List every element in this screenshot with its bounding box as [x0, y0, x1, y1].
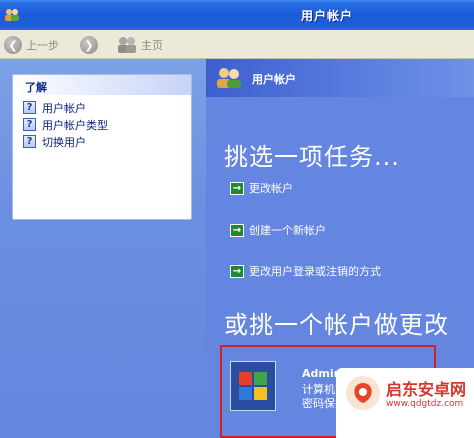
title-bar: 用户帐户: [0, 0, 474, 30]
task-label: 更改帐户: [249, 182, 293, 195]
back-arrow-icon: ❮: [4, 36, 22, 54]
task-change-logon[interactable]: → 更改用户登录或注销的方式: [230, 263, 381, 279]
task-label: 创建一个新帐户: [249, 224, 326, 237]
home-users-icon: [118, 37, 136, 53]
home-label: 主页: [141, 39, 163, 52]
learn-panel-title: 了解: [13, 75, 191, 95]
learn-item-user-accounts[interactable]: ? 用户帐户: [23, 99, 191, 116]
task-label: 更改用户登录或注销的方式: [249, 265, 381, 278]
green-arrow-icon: →: [230, 223, 244, 237]
help-icon: ?: [23, 135, 36, 148]
learn-list: ? 用户帐户 ? 用户帐户类型 ? 切换用户: [13, 95, 191, 150]
back-button[interactable]: ❮ 上一步: [4, 34, 59, 56]
windows-logo-icon: [239, 372, 267, 400]
learn-item-account-types[interactable]: ? 用户帐户类型: [23, 116, 191, 133]
forward-arrow-icon: ❯: [80, 36, 98, 54]
green-arrow-icon: →: [230, 181, 244, 195]
toolbar: ❮ 上一步 ❯ 主页: [0, 30, 474, 59]
watermark-logo-icon: [346, 376, 380, 410]
help-icon: ?: [23, 101, 36, 114]
back-label: 上一步: [26, 39, 59, 52]
main-header: 用户帐户: [206, 59, 474, 97]
task-sidebar: 了解 ? 用户帐户 ? 用户帐户类型 ? 切换用户: [0, 59, 206, 438]
task-create-account[interactable]: → 创建一个新帐户: [230, 222, 326, 238]
pick-task-heading: 挑选一项任务...: [224, 143, 400, 171]
learn-panel: 了解 ? 用户帐户 ? 用户帐户类型 ? 切换用户: [12, 74, 192, 220]
site-watermark: 启东安卓网 www.qdgtdz.com: [336, 368, 474, 438]
main-header-title: 用户帐户: [252, 73, 296, 86]
home-button[interactable]: 主页: [116, 34, 163, 56]
window-title: 用户帐户: [300, 9, 353, 23]
user-accounts-icon: [217, 68, 241, 88]
forward-button[interactable]: ❯: [80, 34, 98, 56]
learn-item-switch-users[interactable]: ? 切换用户: [23, 133, 191, 150]
learn-item-label: 切换用户: [42, 135, 86, 149]
learn-item-label: 用户帐户类型: [42, 118, 108, 132]
task-change-account[interactable]: → 更改帐户: [230, 180, 293, 196]
learn-item-label: 用户帐户: [42, 101, 86, 115]
watermark-url: www.qdgtdz.com: [386, 399, 464, 409]
pick-account-heading: 或挑一个帐户做更改: [224, 311, 449, 339]
green-arrow-icon: →: [230, 264, 244, 278]
watermark-name: 启东安卓网: [386, 380, 467, 399]
help-icon: ?: [23, 118, 36, 131]
account-picture[interactable]: [230, 361, 276, 411]
